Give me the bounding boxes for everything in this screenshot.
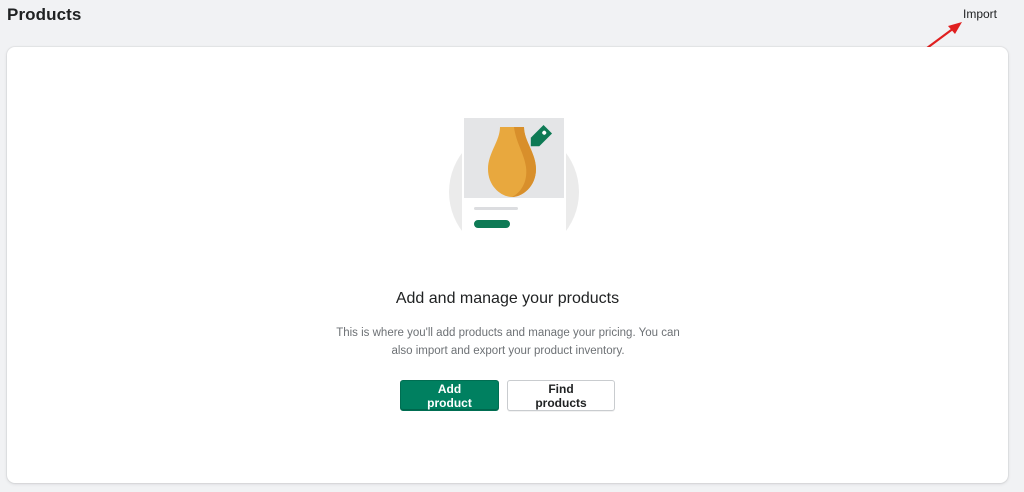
- empty-state-description: This is where you'll add products and ma…: [336, 327, 680, 357]
- empty-state-card: Add and manage your products This is whe…: [7, 47, 1008, 483]
- empty-state-actions: Add product Find products: [7, 380, 1008, 411]
- import-link[interactable]: Import: [963, 7, 997, 21]
- empty-state-heading: Add and manage your products: [395, 290, 620, 307]
- page-title: Products: [7, 5, 82, 24]
- add-product-button[interactable]: Add product: [400, 380, 499, 411]
- find-products-button[interactable]: Find products: [507, 380, 615, 411]
- product-illustration-icon: [447, 116, 579, 263]
